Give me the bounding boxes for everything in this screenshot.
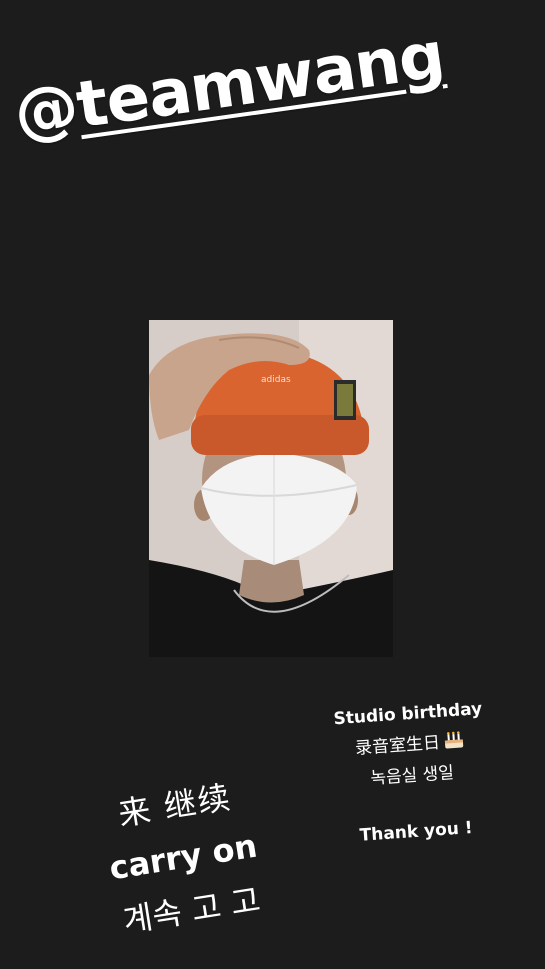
selfie-illustration: adidas [149,320,393,657]
studio-birthday-note[interactable]: Studio birthday 录音室生日 녹음실 생일 Thank you ! [307,697,516,849]
carry-on-note[interactable]: 来 继续 carry on 계속 고 고 [58,763,309,949]
mention-sticker[interactable]: @teamwang [10,19,449,152]
selfie-photo: adidas [149,320,393,657]
svg-text:adidas: adidas [261,375,291,385]
mention-at-symbol: @ [9,69,83,152]
birthday-cake-icon [442,730,465,749]
mention-handle[interactable]: teamwang [72,19,448,144]
note-line-chinese-text: 录音室生日 [354,732,441,759]
story-canvas: @teamwang adidas Studio birthday 录音室生日 녹… [0,0,545,969]
note-line-thanks: Thank you ! [359,817,474,846]
